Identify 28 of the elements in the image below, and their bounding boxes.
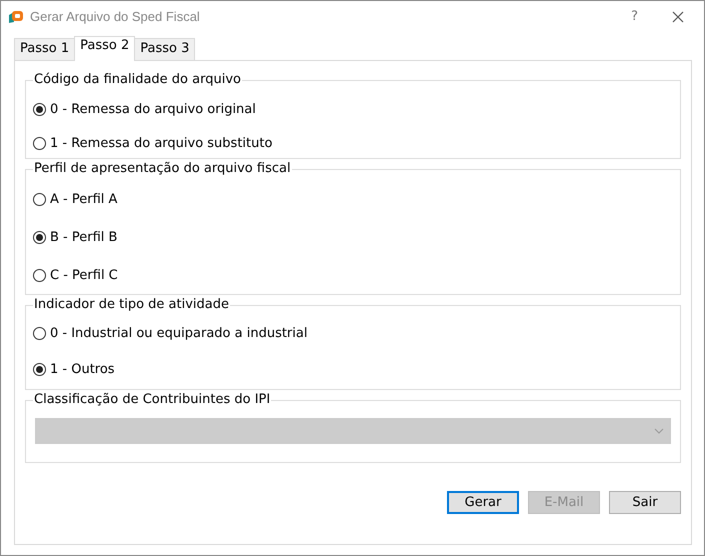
radio-button[interactable] [33, 192, 46, 206]
tab[interactable]: Passo 3 [134, 38, 196, 60]
radio-button[interactable] [33, 102, 46, 116]
help-button[interactable]: ? [631, 9, 638, 24]
radio-option[interactable]: 1 - Remessa do arquivo substituto [33, 126, 680, 160]
radio-option[interactable]: 0 - Industrial ou equiparado a industrial [33, 315, 680, 351]
radio-button[interactable] [33, 326, 46, 340]
dialog-button[interactable]: Sair [609, 491, 681, 514]
group-title: Indicador de tipo de atividade [33, 297, 230, 312]
tab[interactable]: Passo 2 [74, 36, 136, 61]
radio-button[interactable] [33, 362, 46, 376]
radio-option[interactable]: 0 - Remessa do arquivo original [33, 92, 680, 126]
radio-option[interactable]: B - Perfil B [33, 218, 680, 256]
radio-button[interactable] [33, 268, 46, 282]
dialog-button[interactable]: Gerar [447, 491, 519, 514]
group-title: Perfil de apresentação do arquivo fiscal [33, 161, 292, 176]
group-title: Código da finalidade do arquivo [33, 72, 242, 87]
radio-option[interactable]: 1 - Outros [33, 351, 680, 387]
radio-option[interactable]: A - Perfil A [33, 180, 680, 218]
app-icon [8, 8, 24, 24]
tab[interactable]: Passo 1 [14, 38, 76, 60]
close-icon[interactable] [672, 10, 684, 22]
radio-option[interactable]: C - Perfil C [33, 256, 680, 294]
radio-button[interactable] [33, 136, 46, 150]
caret-icon [654, 428, 664, 434]
window-title: Gerar Arquivo do Sped Fiscal [30, 9, 200, 24]
radio-button[interactable] [33, 230, 46, 244]
group-title: Classificação de Contribuintes do IPI [33, 392, 272, 407]
